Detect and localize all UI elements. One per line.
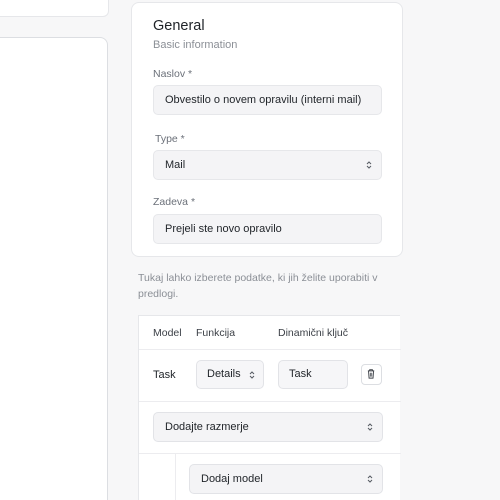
type-select[interactable]: Mail — [153, 150, 382, 180]
general-card: General Basic information Naslov * Obves… — [131, 2, 403, 257]
data-table: Model Funkcija Dinamični ključ Task Deta… — [138, 315, 401, 500]
left-main-panel — [0, 37, 108, 500]
trash-icon — [367, 369, 375, 379]
chevron-updown-icon — [367, 423, 373, 431]
function-select[interactable]: Details — [196, 360, 264, 389]
add-model-label: Dodaj model — [201, 473, 263, 485]
type-select-value: Mail — [165, 159, 186, 171]
chevron-updown-icon — [366, 161, 372, 169]
card-subtitle: Basic information — [153, 39, 238, 51]
header-divider — [139, 349, 401, 350]
function-select-value: Details — [207, 368, 241, 380]
card-title: General — [153, 18, 205, 34]
zadeva-label: Zadeva * — [153, 196, 196, 208]
chevron-updown-icon — [249, 371, 255, 379]
naslov-label: Naslov * — [153, 68, 193, 80]
delete-row-button[interactable] — [361, 364, 382, 385]
type-label: Type * — [155, 133, 185, 145]
add-relation-select[interactable]: Dodajte razmerje — [153, 412, 383, 442]
help-text: Tukaj lahko izberete podatke, ki jih žel… — [138, 272, 378, 300]
chevron-updown-icon — [367, 475, 373, 483]
row-model-value: Task — [153, 369, 176, 381]
left-top-panel — [0, 0, 109, 17]
column-header-dinamicni-kljuc: Dinamični ključ — [278, 327, 349, 339]
row-divider — [139, 401, 401, 402]
dynamic-key-input[interactable]: Task — [278, 360, 348, 389]
column-header-model: Model — [153, 327, 182, 339]
nested-indent-line — [175, 453, 176, 500]
add-relation-label: Dodajte razmerje — [165, 421, 249, 433]
relation-divider — [139, 453, 401, 454]
naslov-input[interactable]: Obvestilo o novem opravilu (interni mail… — [153, 85, 382, 115]
zadeva-input[interactable]: Prejeli ste novo opravilo — [153, 214, 382, 244]
add-model-select[interactable]: Dodaj model — [189, 464, 383, 494]
column-header-funkcija: Funkcija — [196, 327, 236, 339]
